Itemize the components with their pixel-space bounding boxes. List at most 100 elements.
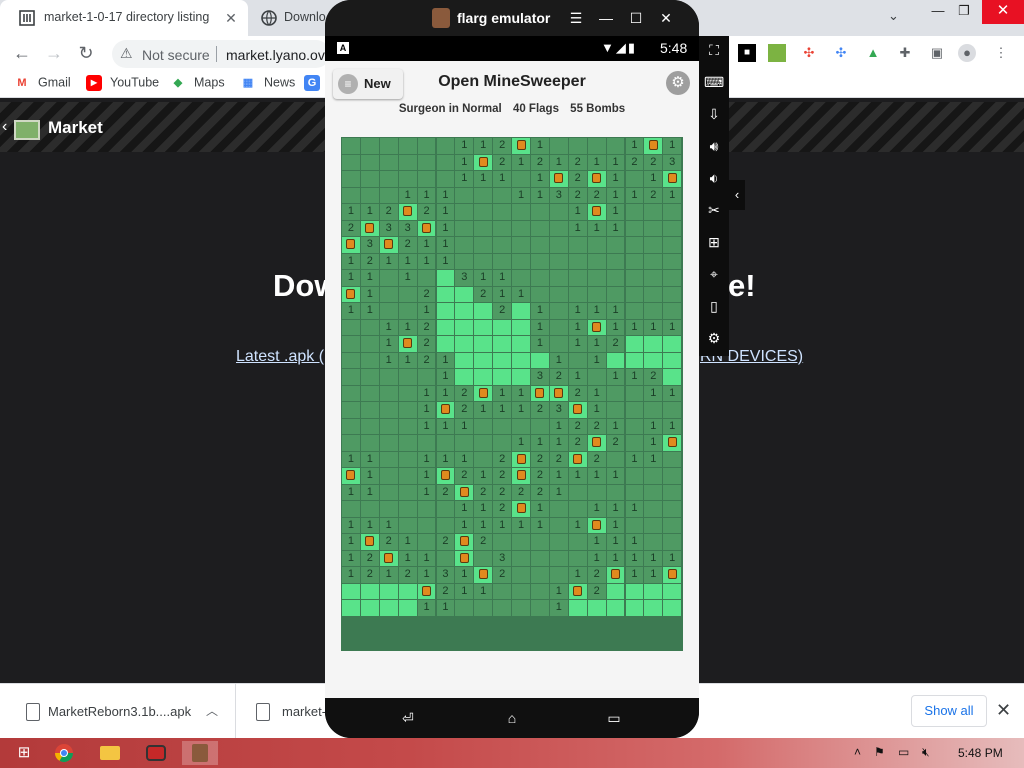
tab-directory-listing[interactable]: market-1-0-17 directory listing ✕ <box>0 0 248 36</box>
chevron-left-icon[interactable]: ‹ <box>729 180 745 210</box>
cell-number[interactable]: 2 <box>644 187 663 203</box>
cell-covered[interactable] <box>342 385 360 401</box>
cell-covered[interactable] <box>474 550 493 566</box>
cell-empty[interactable] <box>455 303 474 319</box>
cell-covered[interactable] <box>606 253 625 269</box>
cell-number[interactable]: 1 <box>455 418 474 434</box>
cell-number[interactable]: 1 <box>531 435 549 451</box>
cell-covered[interactable] <box>663 220 682 236</box>
cell-number[interactable]: 2 <box>436 484 455 500</box>
cell-number[interactable]: 1 <box>417 567 436 583</box>
cell-covered[interactable] <box>625 270 644 286</box>
cell-number[interactable]: 2 <box>644 154 663 170</box>
fullscreen-icon[interactable]: ⛶ <box>704 40 724 60</box>
cell-number[interactable]: 1 <box>417 303 436 319</box>
cell-covered[interactable] <box>417 138 436 154</box>
cell-covered[interactable] <box>379 187 398 203</box>
cell-number[interactable]: 1 <box>587 336 606 352</box>
add-icon[interactable]: ⊞ <box>704 232 724 252</box>
show-all-button[interactable]: Show all <box>911 695 987 727</box>
cell-number[interactable]: 1 <box>663 187 682 203</box>
cell-empty[interactable] <box>512 336 530 352</box>
cell-covered[interactable] <box>625 171 644 187</box>
cell-empty[interactable] <box>342 583 360 599</box>
cell-number[interactable]: 1 <box>512 517 530 533</box>
side-panel-icon[interactable]: ▣ <box>928 44 946 62</box>
cell-covered[interactable] <box>587 138 606 154</box>
cell-number[interactable]: 1 <box>360 484 379 500</box>
cell-number[interactable]: 1 <box>436 369 455 385</box>
cell-covered[interactable] <box>663 270 682 286</box>
close-icon[interactable]: ✕ <box>657 9 675 27</box>
cell-covered[interactable] <box>436 550 455 566</box>
market-title[interactable]: Market <box>48 118 103 138</box>
cell-number[interactable]: 1 <box>360 303 379 319</box>
cell-number[interactable]: 1 <box>587 468 606 484</box>
download-apk-link[interactable]: Latest .apk ( <box>236 348 324 366</box>
cell-number[interactable]: 1 <box>436 220 455 236</box>
cell-number[interactable]: 1 <box>342 517 360 533</box>
cell-covered[interactable] <box>455 204 474 220</box>
cell-number[interactable]: 1 <box>474 402 493 418</box>
cell-empty[interactable] <box>342 600 360 616</box>
address-bar[interactable]: ⚠ Not secure market.lyano.ov <box>112 40 330 68</box>
cell-covered[interactable] <box>531 534 549 550</box>
cell-flag[interactable] <box>587 435 606 451</box>
chevron-down-icon[interactable]: ⌄ <box>888 8 899 24</box>
cell-covered[interactable] <box>512 204 530 220</box>
cell-number[interactable]: 2 <box>436 583 455 599</box>
cell-number[interactable]: 1 <box>606 303 625 319</box>
cell-number[interactable]: 1 <box>493 517 512 533</box>
cell-covered[interactable] <box>606 270 625 286</box>
cell-number[interactable]: 2 <box>568 154 587 170</box>
gear-icon[interactable]: ⚙ <box>704 328 724 348</box>
cell-empty[interactable] <box>455 319 474 335</box>
cell-covered[interactable] <box>493 253 512 269</box>
cell-covered[interactable] <box>398 402 417 418</box>
cell-empty[interactable] <box>512 303 530 319</box>
cell-covered[interactable] <box>625 468 644 484</box>
cell-empty[interactable] <box>436 303 455 319</box>
cell-covered[interactable] <box>568 237 587 253</box>
chevron-left-icon[interactable]: ‹ <box>2 118 7 136</box>
cell-flag[interactable] <box>587 319 606 335</box>
cell-covered[interactable] <box>360 319 379 335</box>
cell-empty[interactable] <box>663 369 682 385</box>
cell-covered[interactable] <box>455 237 474 253</box>
cell-number[interactable]: 1 <box>379 567 398 583</box>
cell-flag[interactable] <box>455 484 474 500</box>
cell-number[interactable]: 1 <box>663 138 682 154</box>
cell-number[interactable]: 2 <box>398 567 417 583</box>
cell-number[interactable]: 1 <box>587 534 606 550</box>
cell-number[interactable]: 1 <box>360 270 379 286</box>
cell-covered[interactable] <box>531 583 549 599</box>
cell-flag[interactable] <box>644 138 663 154</box>
cell-number[interactable]: 1 <box>549 468 568 484</box>
cell-covered[interactable] <box>474 253 493 269</box>
cell-flag[interactable] <box>342 286 360 302</box>
extension-icon[interactable]: ✣ <box>832 44 850 62</box>
cell-empty[interactable] <box>436 286 455 302</box>
cell-number[interactable]: 1 <box>436 204 455 220</box>
cell-number[interactable]: 2 <box>360 253 379 269</box>
cell-number[interactable]: 1 <box>568 204 587 220</box>
cell-covered[interactable] <box>512 270 530 286</box>
cell-number[interactable]: 1 <box>587 501 606 517</box>
cell-covered[interactable] <box>531 220 549 236</box>
cell-number[interactable]: 1 <box>455 171 474 187</box>
cell-number[interactable]: 2 <box>417 336 436 352</box>
cell-number[interactable]: 1 <box>625 550 644 566</box>
cell-covered[interactable] <box>436 435 455 451</box>
cell-covered[interactable] <box>663 534 682 550</box>
cell-number[interactable]: 1 <box>587 303 606 319</box>
cell-number[interactable]: 3 <box>360 237 379 253</box>
cell-covered[interactable] <box>342 187 360 203</box>
cell-covered[interactable] <box>398 385 417 401</box>
cell-number[interactable]: 2 <box>493 484 512 500</box>
cell-number[interactable]: 2 <box>493 154 512 170</box>
cell-covered[interactable] <box>531 204 549 220</box>
cell-covered[interactable] <box>512 550 530 566</box>
cell-number[interactable]: 1 <box>606 517 625 533</box>
cell-covered[interactable] <box>549 319 568 335</box>
cell-covered[interactable] <box>549 204 568 220</box>
